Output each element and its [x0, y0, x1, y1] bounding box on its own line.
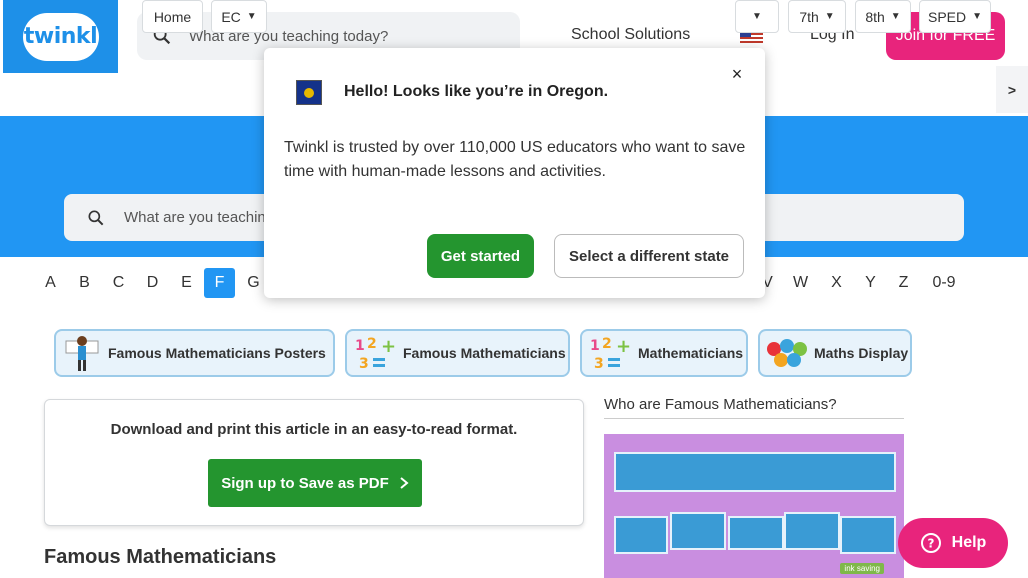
grade-8th[interactable]: 8th ▼	[855, 0, 911, 33]
svg-text:1: 1	[355, 338, 365, 354]
grade-label: SPED	[927, 8, 967, 25]
popup-title: Hello! Looks like you’re in Oregon.	[344, 83, 609, 100]
grade-sped[interactable]: SPED ▼	[919, 0, 991, 33]
numbers-icon: 1 2 3 +	[590, 336, 631, 372]
banner-card	[670, 512, 726, 550]
banner-card	[840, 516, 896, 554]
svg-text:+: +	[381, 336, 396, 357]
letter-z[interactable]: Z	[888, 268, 919, 298]
help-label: Help	[951, 534, 987, 551]
save-as-pdf-button[interactable]: Sign up to Save as PDF	[208, 459, 422, 507]
oregon-flag-icon	[296, 80, 322, 105]
letter-d[interactable]: D	[137, 268, 168, 298]
banner-card	[614, 516, 668, 554]
letter-f[interactable]: F	[204, 268, 235, 298]
location-popup: Hello! Looks like you’re in Oregon. × Tw…	[264, 48, 765, 298]
download-card: Download and print this article in an ea…	[44, 399, 584, 526]
pill-label: Famous Mathematicians Posters	[108, 345, 326, 361]
svg-text:2: 2	[602, 336, 612, 352]
numbers-icon: 1 2 3 +	[355, 336, 396, 372]
caret-down-icon: ▼	[246, 11, 257, 22]
svg-text:2: 2	[367, 336, 377, 352]
svg-text:3: 3	[594, 356, 604, 372]
chevron-right-icon	[400, 477, 409, 489]
nav-scroll-right-button[interactable]: >	[996, 66, 1028, 113]
caret-down-icon: ▼	[752, 11, 762, 22]
pill-mathematicians[interactable]: 1 2 3 + Mathematicians	[580, 329, 748, 377]
svg-text:1: 1	[590, 338, 600, 354]
math-symbols-icon	[767, 339, 807, 367]
pill-famous-mathematicians[interactable]: 1 2 3 + Famous Mathematicians	[345, 329, 570, 377]
get-started-button[interactable]: Get started	[427, 234, 534, 278]
download-card-text: Download and print this article in an ea…	[110, 421, 518, 438]
logo-text: twinkl	[22, 12, 99, 61]
article-title: Famous Mathematicians	[44, 546, 277, 568]
grade-label: 8th	[865, 8, 885, 25]
select-state-button[interactable]: Select a different state	[554, 234, 744, 278]
svg-text:+: +	[616, 336, 631, 357]
grade-ec[interactable]: EC ▼	[211, 0, 267, 33]
letter-y[interactable]: Y	[855, 268, 886, 298]
pill-famous-mathematicians-posters[interactable]: Famous Mathematicians Posters	[54, 329, 335, 377]
letter-a[interactable]: A	[35, 268, 66, 298]
caret-down-icon: ▼	[972, 11, 983, 22]
question-icon: ?	[920, 533, 941, 553]
caret-down-icon: ▼	[890, 11, 901, 22]
letter-b[interactable]: B	[69, 268, 100, 298]
caret-down-icon: ▼	[824, 11, 835, 22]
twinkl-logo[interactable]: twinkl	[3, 0, 118, 73]
letter-0-9[interactable]: 0-9	[926, 268, 962, 298]
display-banner-thumbnail[interactable]: ink saving	[604, 434, 904, 578]
pill-label: Famous Mathematicians	[403, 345, 566, 361]
grade-hidden[interactable]: ▼	[735, 0, 779, 33]
close-icon[interactable]: ×	[728, 65, 746, 83]
banner-card	[784, 512, 840, 550]
search-icon	[88, 210, 104, 225]
svg-text:3: 3	[359, 356, 369, 372]
pill-label: Mathematicians	[638, 345, 744, 361]
help-button[interactable]: ? Help	[898, 518, 1008, 568]
ink-saving-badge: ink saving	[840, 563, 884, 574]
letter-x[interactable]: X	[821, 268, 852, 298]
sidebar-link[interactable]: Who are Famous Mathematicians?	[604, 396, 904, 419]
pill-maths-display[interactable]: Maths Display	[758, 329, 912, 377]
svg-text:?: ?	[927, 537, 934, 551]
save-as-pdf-label: Sign up to Save as PDF	[221, 474, 389, 492]
banner-card	[728, 516, 784, 550]
person-illustration-icon	[65, 336, 99, 371]
letter-c[interactable]: C	[103, 268, 134, 298]
letter-w[interactable]: W	[785, 268, 816, 298]
grade-label: Home	[153, 8, 192, 25]
popup-body: Twinkl is trusted by over 110,000 US edu…	[284, 139, 746, 180]
banner-strip	[614, 452, 896, 492]
letter-e[interactable]: E	[171, 268, 202, 298]
grade-home[interactable]: Home	[142, 0, 203, 33]
pill-label: Maths Display	[814, 345, 909, 361]
grade-label: EC	[221, 8, 241, 25]
grade-7th[interactable]: 7th ▼	[788, 0, 846, 33]
school-solutions-link[interactable]: School Solutions	[571, 26, 690, 44]
grade-label: 7th	[799, 8, 819, 25]
